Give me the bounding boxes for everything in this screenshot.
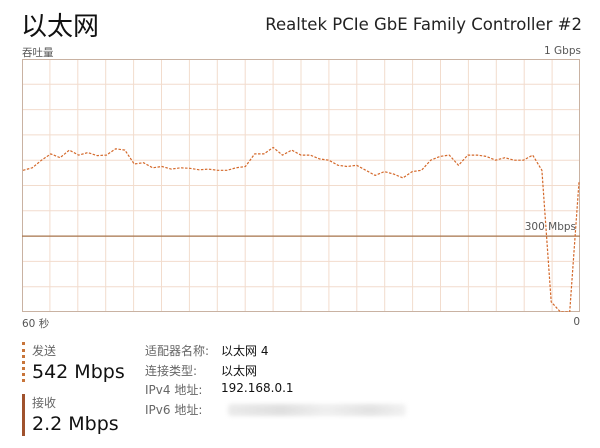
detail-row: IPv6 地址: [145, 399, 445, 419]
adapter-details: 适配器名称: 以太网 4 连接类型: 以太网 IPv4 地址: 192.168.… [145, 340, 445, 418]
time-range-label: 60 秒 [22, 318, 50, 330]
connection-type-value: 以太网 [221, 363, 258, 378]
detail-row: IPv4 地址: 192.168.0.1 [145, 379, 445, 399]
reference-line-label: 300 Mbps [525, 221, 576, 233]
connection-type-key: 连接类型: [145, 363, 198, 378]
detail-row: 连接类型: 以太网 [145, 360, 445, 380]
throughput-label: 吞吐量 [22, 47, 54, 59]
page-title: 以太网 [21, 12, 100, 42]
receive-value: 2.2 Mbps [32, 413, 119, 435]
send-stat[interactable]: 发送 542 Mbps [22, 342, 142, 383]
throughput-graph-svg: 300 Mbps [22, 59, 580, 312]
time-zero-label: 0 [573, 316, 580, 328]
adapter-model: Realtek PCIe GbE Family Controller #2 [265, 15, 582, 34]
send-label: 发送 [32, 344, 57, 358]
adapter-name-value: 以太网 4 [221, 344, 269, 358]
adapter-name-key: 适配器名称: [145, 344, 210, 358]
ipv4-key: IPv4 地址: [145, 383, 203, 397]
ipv4-value: 192.168.0.1 [221, 381, 294, 395]
ipv6-value-redacted [228, 403, 406, 416]
ipv6-key: IPv6 地址: [145, 402, 203, 417]
graph-max-label: 1 Gbps [544, 45, 581, 57]
detail-row: 适配器名称: 以太网 4 [145, 340, 445, 360]
throughput-graph: 300 Mbps [22, 59, 580, 312]
receive-label: 接收 [32, 396, 57, 410]
send-value: 542 Mbps [32, 361, 125, 383]
receive-stat[interactable]: 接收 2.2 Mbps [22, 394, 142, 436]
